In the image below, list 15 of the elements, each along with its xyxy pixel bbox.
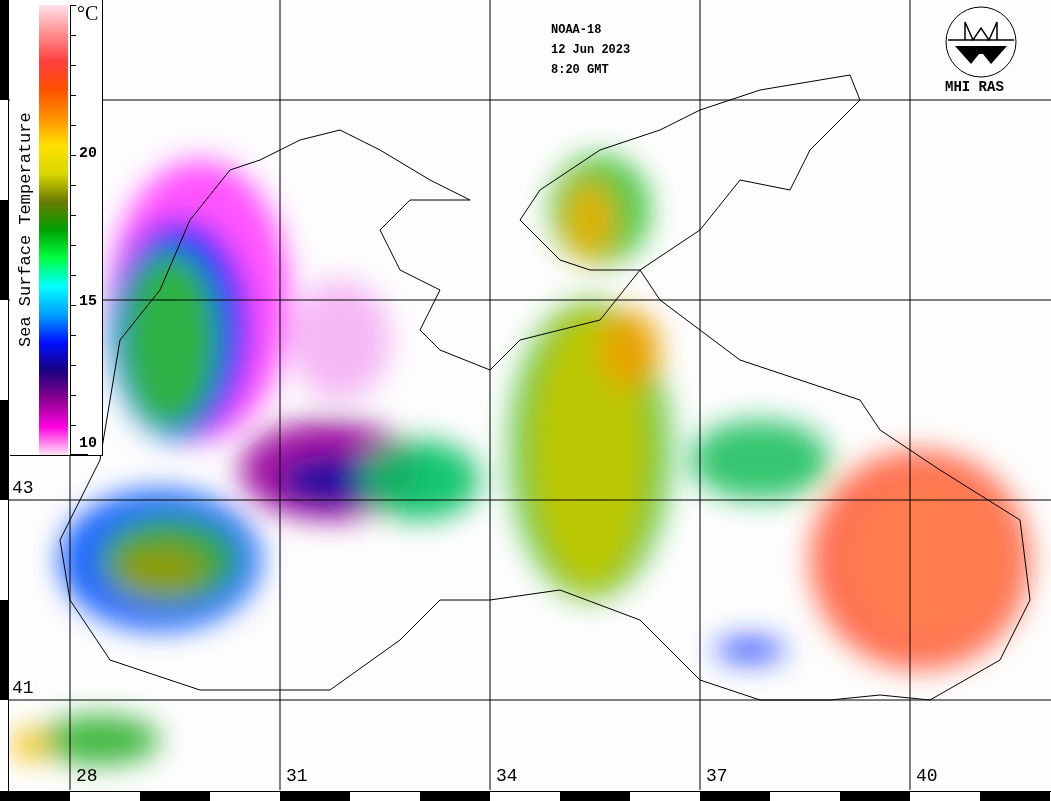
logo-label: MHI RAS <box>945 79 1004 95</box>
tick-label: 20 <box>79 145 97 162</box>
longitude-label: 40 <box>916 766 938 786</box>
tick-label: 10 <box>79 435 97 452</box>
colorbar-title: Sea Surface Temperature <box>14 111 36 350</box>
longitude-label: 37 <box>706 766 728 786</box>
longitude-label: 34 <box>496 766 518 786</box>
unit-label: °C <box>77 2 99 25</box>
header-text: NOAA-18 <box>551 22 603 39</box>
header-text: 8:20 GMT <box>551 62 610 79</box>
wave-logo-icon <box>945 6 1017 78</box>
longitude-label: 31 <box>286 766 308 786</box>
header-text: 12 Jun 2023 <box>551 42 631 59</box>
tick-label: 15 <box>79 293 97 310</box>
longitude-label: 28 <box>76 766 98 786</box>
